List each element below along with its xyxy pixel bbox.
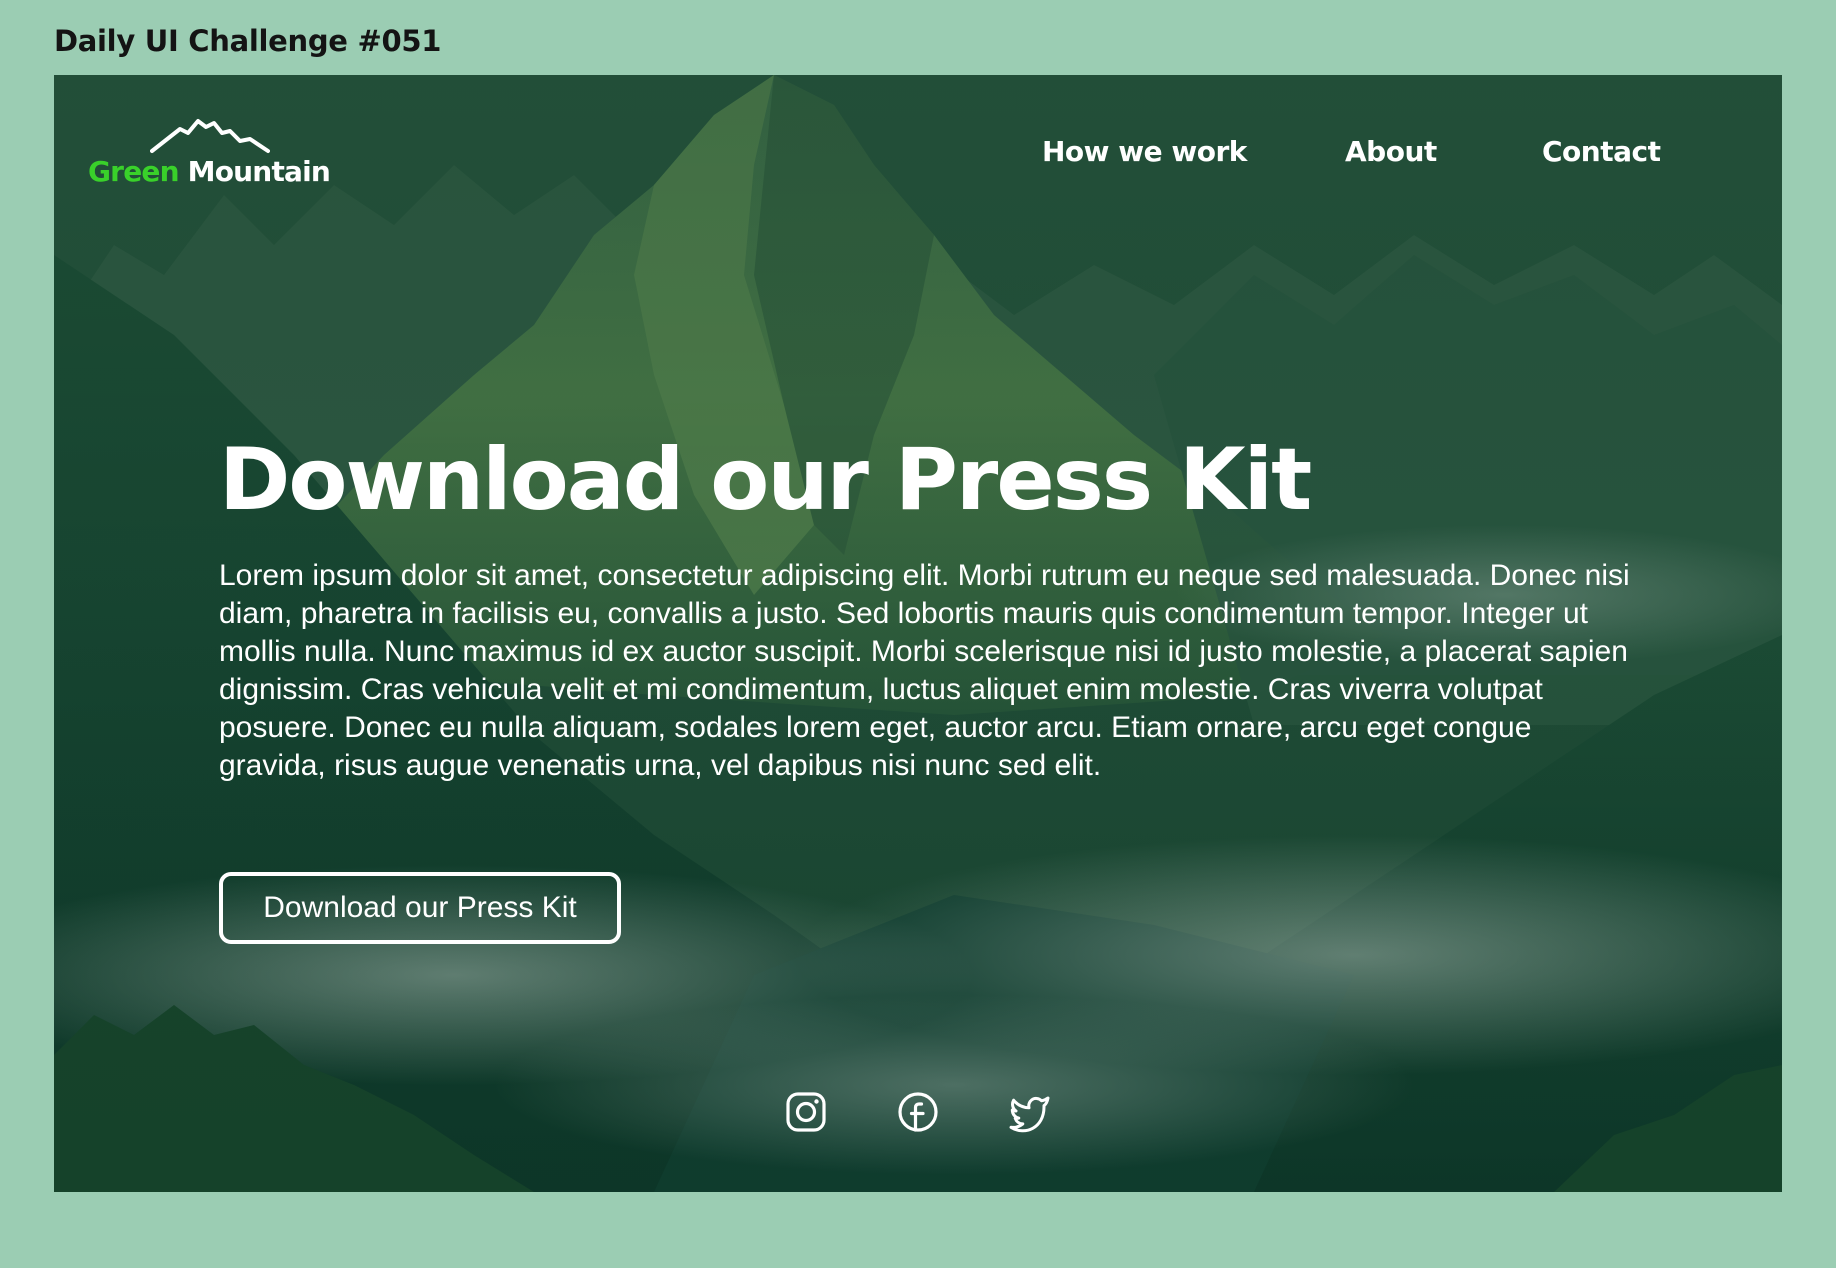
facebook-icon[interactable]	[896, 1090, 940, 1134]
nav-item-about[interactable]: About	[1345, 135, 1437, 168]
challenge-title: Daily UI Challenge #051	[54, 24, 442, 58]
nav-item-how-we-work[interactable]: How we work	[1042, 135, 1247, 168]
hero-description: Lorem ipsum dolor sit amet, consectetur …	[219, 559, 1630, 782]
twitter-icon[interactable]	[1008, 1090, 1052, 1134]
main-nav: How we work About Contact	[54, 135, 1782, 175]
social-links	[54, 1090, 1782, 1140]
page-title: Download our Press Kit	[219, 430, 1312, 530]
instagram-icon[interactable]	[784, 1090, 828, 1134]
hero-section: Green Mountain How we work About Contact…	[54, 75, 1782, 1192]
download-press-kit-button[interactable]: Download our Press Kit	[219, 872, 621, 944]
nav-item-contact[interactable]: Contact	[1542, 135, 1661, 168]
